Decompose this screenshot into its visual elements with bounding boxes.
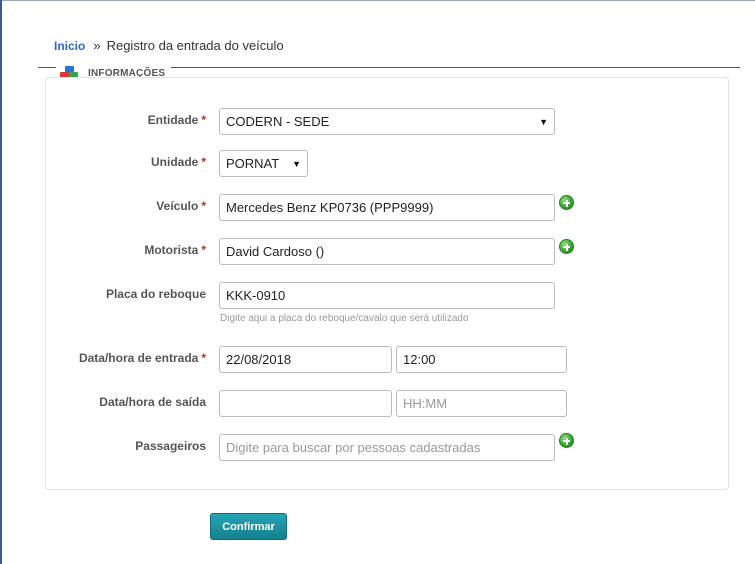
placa-reboque-input[interactable]: KKK-0910 [219, 282, 555, 309]
breadcrumb-home-link[interactable]: Inicio [54, 39, 85, 53]
add-passageiro-icon[interactable] [559, 433, 574, 448]
add-veiculo-icon[interactable] [559, 195, 574, 210]
saida-date-input[interactable] [219, 390, 392, 417]
breadcrumb-current: Registro da entrada do veículo [106, 38, 284, 53]
saida-label: Data/hora de saída [99, 395, 206, 409]
entidade-select[interactable]: CODERN - SEDE ▼ [219, 108, 555, 135]
confirm-button[interactable]: Confirmar [210, 513, 287, 540]
veiculo-input[interactable]: Mercedes Benz KP0736 (PPP9999) [219, 194, 555, 221]
entrada-time-input[interactable]: 12:00 [396, 346, 567, 373]
entidade-value: CODERN - SEDE [226, 114, 330, 129]
saida-time-input[interactable]: HH:MM [396, 390, 567, 417]
unidade-label: Unidade * [150, 155, 206, 169]
breadcrumb: Inicio » Registro da entrada do veículo [54, 38, 284, 53]
placa-reboque-help: Digite aqui a placa do reboque/cavalo qu… [220, 313, 469, 324]
entidade-label: Entidade * [147, 113, 206, 127]
add-motorista-icon[interactable] [559, 239, 574, 254]
chevron-down-icon: ▼ [292, 158, 301, 169]
placa-reboque-label: Placa do reboque [105, 287, 206, 301]
chevron-down-icon: ▼ [539, 116, 548, 127]
entrada-label: Data/hora de entrada * [78, 351, 206, 365]
veiculo-label: Veículo * [156, 199, 206, 213]
breadcrumb-separator: » [93, 38, 101, 53]
passageiros-label: Passageiros [135, 439, 206, 453]
unidade-select[interactable]: PORNAT ▼ [219, 150, 308, 177]
unidade-value: PORNAT [226, 156, 280, 171]
entrada-date-input[interactable]: 22/08/2018 [219, 346, 392, 373]
window-left-border [0, 0, 2, 564]
motorista-input[interactable]: David Cardoso () [219, 238, 555, 265]
window-top-border [0, 0, 755, 1]
passageiros-search-input[interactable]: Digite para buscar por pessoas cadastrad… [219, 434, 555, 461]
motorista-label: Motorista * [144, 243, 206, 257]
